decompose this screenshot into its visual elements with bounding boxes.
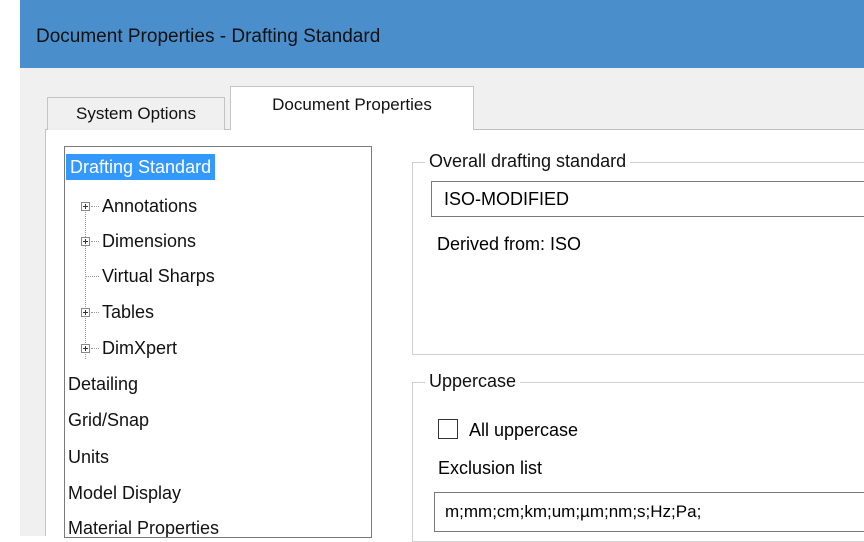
expand-icon[interactable]	[81, 237, 90, 246]
tree-item-grid-snap[interactable]: Grid/Snap	[68, 407, 149, 433]
options-tree[interactable]: Drafting Standard Annotations Dimensions…	[64, 146, 372, 538]
tree-item-model-display[interactable]: Model Display	[68, 480, 181, 506]
title-bar: Document Properties - Drafting Standard	[20, 0, 864, 68]
tree-item-label: Model Display	[68, 483, 182, 503]
exclusion-list-input[interactable]: m;mm;cm;km;um;µm;nm;s;Hz;Pa;	[434, 492, 864, 532]
all-uppercase-label[interactable]: All uppercase	[469, 420, 578, 441]
tree-item-detailing[interactable]: Detailing	[68, 371, 138, 397]
tree-item-material-properties[interactable]: Material Properties	[68, 515, 220, 538]
window-title: Document Properties - Drafting Standard	[36, 26, 381, 47]
tree-item-label: Grid/Snap	[68, 410, 150, 430]
tree-item-units[interactable]: Units	[68, 444, 109, 470]
tree-item-label: DimXpert	[102, 338, 178, 358]
tree-connector	[85, 205, 86, 359]
tree-item-label: Units	[68, 447, 110, 467]
tree-item-label: Dimensions	[102, 231, 197, 251]
drafting-standard-select[interactable]: ISO-MODIFIED	[431, 181, 864, 217]
tab-system-options[interactable]: System Options	[47, 97, 225, 130]
tree-item-label: Tables	[102, 302, 155, 322]
tree-item-dimensions[interactable]: Dimensions	[102, 228, 196, 254]
tree-item-label: Detailing	[68, 374, 139, 394]
tab-document-properties[interactable]: Document Properties	[230, 86, 474, 130]
tree-item-label: Material Properties	[68, 518, 220, 538]
all-uppercase-checkbox[interactable]	[438, 419, 458, 439]
tree-item-label: Drafting Standard	[66, 154, 216, 180]
group-title: Uppercase	[425, 371, 521, 392]
tree-item-drafting-standard[interactable]: Drafting Standard	[66, 154, 216, 180]
tree-item-virtual-sharps[interactable]: Virtual Sharps	[102, 263, 215, 289]
tree-item-label: Virtual Sharps	[102, 266, 215, 286]
tree-item-tables[interactable]: Tables	[102, 299, 154, 325]
group-title: Overall drafting standard	[425, 151, 631, 172]
tree-item-label: Annotations	[102, 196, 198, 216]
tree-item-annotations[interactable]: Annotations	[102, 193, 197, 219]
expand-icon[interactable]	[81, 344, 90, 353]
exclusion-list-label: Exclusion list	[438, 458, 543, 478]
derived-from-text: Derived from: ISO	[437, 234, 582, 254]
expand-icon[interactable]	[81, 202, 90, 211]
expand-icon[interactable]	[81, 308, 90, 317]
tree-item-dimxpert[interactable]: DimXpert	[102, 335, 177, 361]
